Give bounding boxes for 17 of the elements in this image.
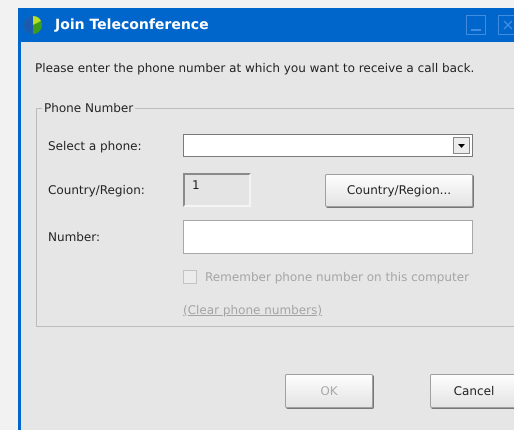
close-icon <box>503 20 513 30</box>
minimize-button[interactable] <box>466 15 486 35</box>
field-label: Country/Region: <box>48 182 146 199</box>
country-code-field: 1 <box>183 173 251 207</box>
close-button[interactable] <box>498 15 514 35</box>
minimize-icon <box>471 29 481 31</box>
remember-label: Remember phone number on this computer <box>205 269 470 286</box>
phone-select[interactable] <box>183 134 473 157</box>
window-title: Join Teleconference <box>55 16 209 34</box>
globe-icon <box>23 15 43 35</box>
group-legend: Phone Number <box>42 99 136 117</box>
field-label: Number: <box>48 229 102 246</box>
country-region-button[interactable]: Country/Region... <box>325 174 473 206</box>
dialog-button[interactable]: Cancel <box>430 374 514 408</box>
number-field[interactable] <box>183 220 473 254</box>
instruction-text: Please enter the phone number at which you want to receive a call back. <box>35 60 476 77</box>
field-label: Select a phone: <box>48 138 143 154</box>
